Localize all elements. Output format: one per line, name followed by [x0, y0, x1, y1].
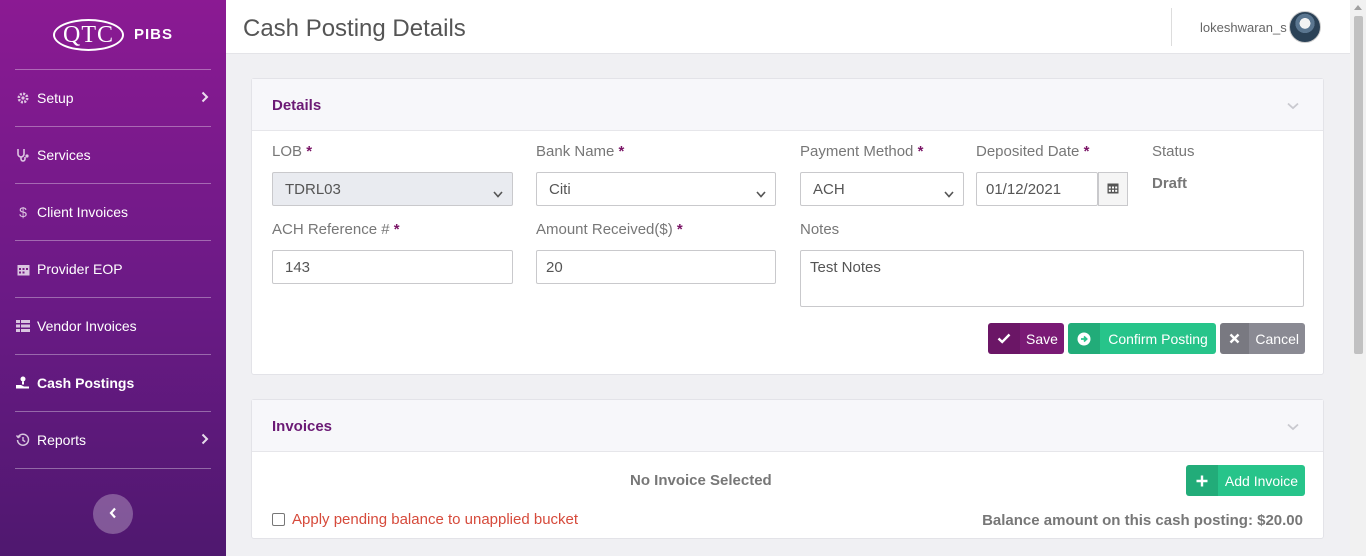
table-icon [15, 319, 31, 333]
top-header: Cash Posting Details lokeshwaran_s [226, 0, 1350, 54]
history-icon [15, 433, 31, 447]
apply-pending-balance-checkbox[interactable]: Apply pending balance to unapplied bucke… [272, 511, 578, 528]
user-name[interactable]: lokeshwaran_s [1200, 20, 1287, 35]
page-title: Cash Posting Details [243, 15, 466, 42]
details-card: Details LOB * Bank Name * Payment Method… [251, 78, 1324, 375]
header-divider [1171, 8, 1172, 46]
invoices-card: Invoices No Invoice Selected Add Invoice… [251, 399, 1324, 539]
checkbox[interactable] [272, 513, 285, 526]
gear-icon [15, 91, 31, 105]
sidebar-item-cash-postings[interactable]: Cash Postings [15, 355, 211, 412]
details-card-header[interactable]: Details [252, 79, 1323, 131]
confirm-posting-button[interactable]: Confirm Posting [1068, 323, 1216, 354]
qtc-logo: QTC [52, 18, 124, 51]
brand-name: PIBS [133, 26, 173, 43]
notes-textarea[interactable]: Test Notes [800, 250, 1304, 307]
amount-received-input[interactable]: 20 [536, 250, 776, 284]
collapse-sidebar-button[interactable] [93, 494, 133, 534]
sidebar-item-reports[interactable]: Reports [15, 412, 211, 469]
chevron-left-icon [109, 506, 117, 523]
sidebar-item-services[interactable]: Services [15, 127, 211, 184]
calendar-icon [15, 262, 31, 276]
chevron-down-icon [944, 185, 954, 202]
scroll-thumb[interactable] [1354, 16, 1363, 354]
sidebar-item-setup[interactable]: Setup [15, 70, 211, 127]
balance-amount-text: Balance amount on this cash posting: $20… [982, 512, 1303, 529]
chevron-right-icon [201, 432, 209, 448]
sidebar-item-label: Client Invoices [37, 204, 129, 220]
page-scrollbar[interactable] [1350, 0, 1366, 556]
status-label: Status [1152, 143, 1195, 160]
sidebar-item-label: Services [37, 147, 91, 163]
sidebar-item-label: Setup [37, 90, 74, 106]
arrow-circle-right-icon [1068, 323, 1100, 354]
chevron-down-icon [493, 185, 503, 202]
payment-method-select[interactable]: ACH [800, 172, 964, 206]
sidebar-item-vendor-invoices[interactable]: Vendor Invoices [15, 298, 211, 355]
cancel-button[interactable]: Cancel [1220, 323, 1305, 354]
chevron-down-icon[interactable] [1287, 418, 1299, 435]
bank-name-select[interactable]: Citi [536, 172, 776, 206]
ach-reference-input[interactable]: 143 [272, 250, 513, 284]
add-invoice-button[interactable]: Add Invoice [1186, 465, 1305, 496]
chevron-right-icon [201, 90, 209, 106]
calendar-button[interactable] [1098, 172, 1128, 206]
check-icon [988, 323, 1020, 354]
dollar-icon: $ [19, 204, 27, 220]
no-invoice-text: No Invoice Selected [630, 472, 772, 489]
invoices-title: Invoices [272, 418, 333, 435]
payment-method-label: Payment Method * [800, 143, 924, 160]
sidebar-item-provider-eop[interactable]: Provider EOP [15, 241, 211, 298]
sidebar-item-label: Cash Postings [37, 375, 135, 391]
stethoscope-icon [15, 148, 31, 162]
notes-label: Notes [800, 221, 840, 238]
close-icon [1220, 323, 1250, 354]
bank-name-label: Bank Name * [536, 143, 625, 160]
lob-select[interactable]: TDRL03 [272, 172, 513, 206]
apply-pending-label: Apply pending balance to unapplied bucke… [292, 511, 579, 528]
deposited-date-input[interactable]: 01/12/2021 [976, 172, 1098, 206]
sidebar-item-client-invoices[interactable]: $ Client Invoices [15, 184, 211, 241]
ach-reference-label: ACH Reference # * [272, 221, 400, 238]
status-value: Draft [1152, 175, 1188, 192]
hand-coin-icon [15, 376, 31, 390]
deposited-date-label: Deposited Date * [976, 143, 1090, 160]
brand: QTC PIBS [15, 0, 211, 70]
chevron-down-icon[interactable] [1287, 97, 1299, 114]
plus-icon [1186, 465, 1218, 496]
sidebar: QTC PIBS Setup Services $ Client Invoice… [0, 0, 226, 556]
calendar-icon [1107, 181, 1119, 198]
lob-label: LOB * [272, 143, 313, 160]
chevron-down-icon [756, 185, 766, 202]
details-title: Details [272, 97, 322, 114]
invoices-card-header[interactable]: Invoices [252, 400, 1323, 452]
scroll-up-arrow-icon[interactable] [1354, 5, 1362, 10]
sidebar-item-label: Provider EOP [37, 261, 123, 277]
save-button[interactable]: Save [988, 323, 1064, 354]
sidebar-item-label: Vendor Invoices [37, 318, 137, 334]
sidebar-item-label: Reports [37, 432, 87, 448]
avatar[interactable] [1289, 11, 1321, 43]
amount-received-label: Amount Received($) * [536, 221, 683, 238]
